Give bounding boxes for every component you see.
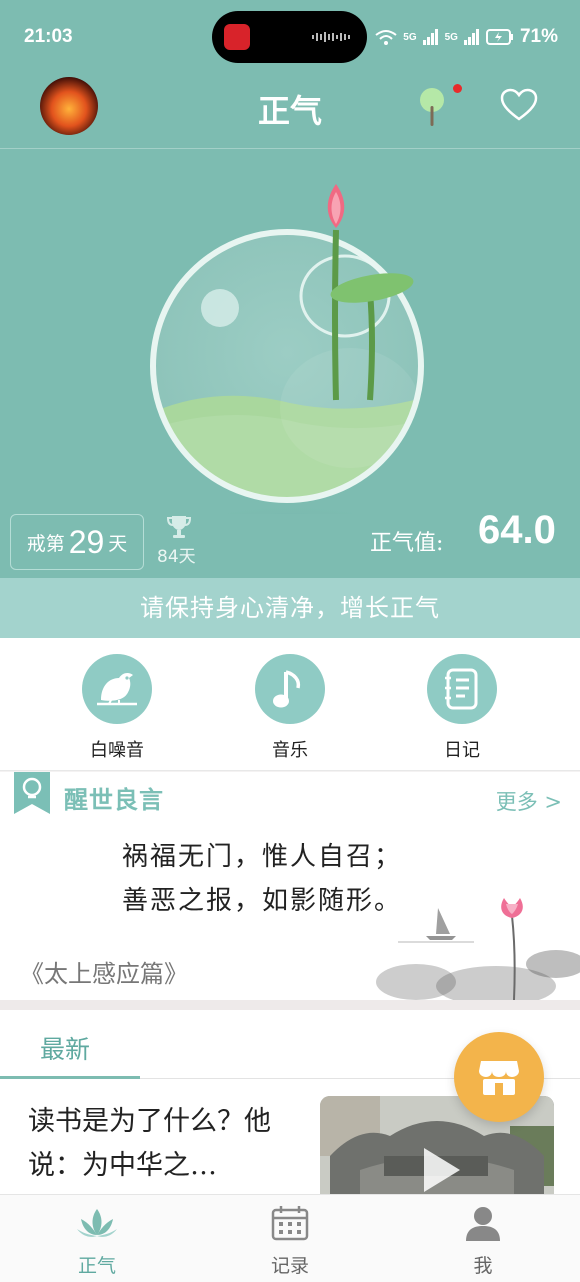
- status-time: 21:03: [24, 26, 73, 47]
- more-link[interactable]: 更多 >: [496, 786, 562, 816]
- nav-item-me[interactable]: 我: [428, 1205, 538, 1278]
- signal-icon-2: [463, 29, 479, 45]
- wifi-icon: [375, 30, 397, 45]
- tools-row: 白噪音 音乐 日记: [0, 638, 580, 771]
- quote-line-1: 祸福无门，惟人自召；: [122, 842, 403, 872]
- quit-days-box: 戒第 29 天: [10, 514, 144, 570]
- network-label-2: 5G: [444, 31, 458, 43]
- quote-heading: 醒世良言: [64, 785, 164, 814]
- tree-icon[interactable]: [418, 86, 448, 128]
- section-gap: [0, 1000, 580, 1010]
- notebook-icon: [427, 654, 497, 724]
- tab-underline: [0, 1076, 140, 1079]
- quit-suffix: 天: [108, 532, 128, 555]
- lotus-globe-illustration[interactable]: [140, 178, 440, 514]
- lightbulb-icon: [14, 772, 50, 814]
- tab-latest[interactable]: 最新: [40, 1030, 90, 1066]
- zhengqi-value: 64.0: [478, 508, 556, 552]
- hero-area: 21:03 5G 5G 71% 正气 戒第 29 天 84天 正气值: 64.0: [0, 0, 580, 578]
- shop-floating-button[interactable]: [454, 1032, 544, 1122]
- header-divider: [0, 148, 580, 149]
- bird-icon: [82, 654, 152, 724]
- tool-white-noise[interactable]: 白噪音: [57, 654, 177, 762]
- app-notification-icon: [224, 24, 250, 50]
- storefront-icon: [479, 1061, 519, 1095]
- tool-label: 音乐: [272, 740, 308, 761]
- trophy-icon: [166, 516, 192, 538]
- music-note-icon: [255, 654, 325, 724]
- nav-label: 我: [473, 1255, 493, 1277]
- quit-prefix: 戒第: [26, 532, 65, 555]
- status-bar: 21:03 5G 5G 71%: [0, 0, 580, 70]
- quote-source: 《太上感应篇》: [20, 960, 188, 988]
- tool-label: 白噪音: [90, 740, 144, 761]
- tool-music[interactable]: 音乐: [230, 654, 350, 762]
- page-title: 正气: [257, 92, 322, 130]
- status-indicators: 5G 5G 71%: [375, 26, 558, 48]
- tool-label: 日记: [444, 740, 480, 761]
- heart-icon[interactable]: [500, 88, 538, 122]
- zhengqi-label: 正气值:: [370, 531, 444, 556]
- best-streak: 84天: [157, 547, 196, 567]
- quote-card[interactable]: 醒世良言 更多 > 祸福无门，惟人自召； 善恶之报，如影随形。 《太上感应篇》: [0, 772, 580, 1000]
- dynamic-island: [212, 11, 367, 63]
- user-icon: [466, 1207, 500, 1241]
- article-title[interactable]: 读书是为了什么？他说：为中华之…: [28, 1100, 298, 1188]
- nav-label: 正气: [77, 1255, 116, 1277]
- audio-wave-icon: [312, 32, 350, 42]
- battery-level: 71%: [519, 26, 558, 47]
- bottom-nav: 正气 记录 我: [0, 1194, 580, 1282]
- nav-label: 记录: [270, 1255, 309, 1277]
- quote-line-2: 善恶之报，如影随形。: [122, 886, 403, 916]
- nav-item-records[interactable]: 记录: [235, 1205, 345, 1278]
- signal-icon-1: [422, 29, 438, 45]
- notification-dot: [453, 84, 462, 93]
- slogan-banner: 请保持身心清净，增长正气: [0, 578, 580, 638]
- quit-days-value: 29: [68, 523, 105, 560]
- network-label-1: 5G: [403, 31, 417, 43]
- tool-diary[interactable]: 日记: [402, 654, 522, 762]
- nav-item-zhengqi[interactable]: 正气: [42, 1205, 152, 1278]
- ink-lotus-painting: [376, 898, 580, 1000]
- calendar-icon: [271, 1206, 309, 1241]
- lotus-icon: [77, 1209, 117, 1237]
- battery-icon: [485, 29, 513, 45]
